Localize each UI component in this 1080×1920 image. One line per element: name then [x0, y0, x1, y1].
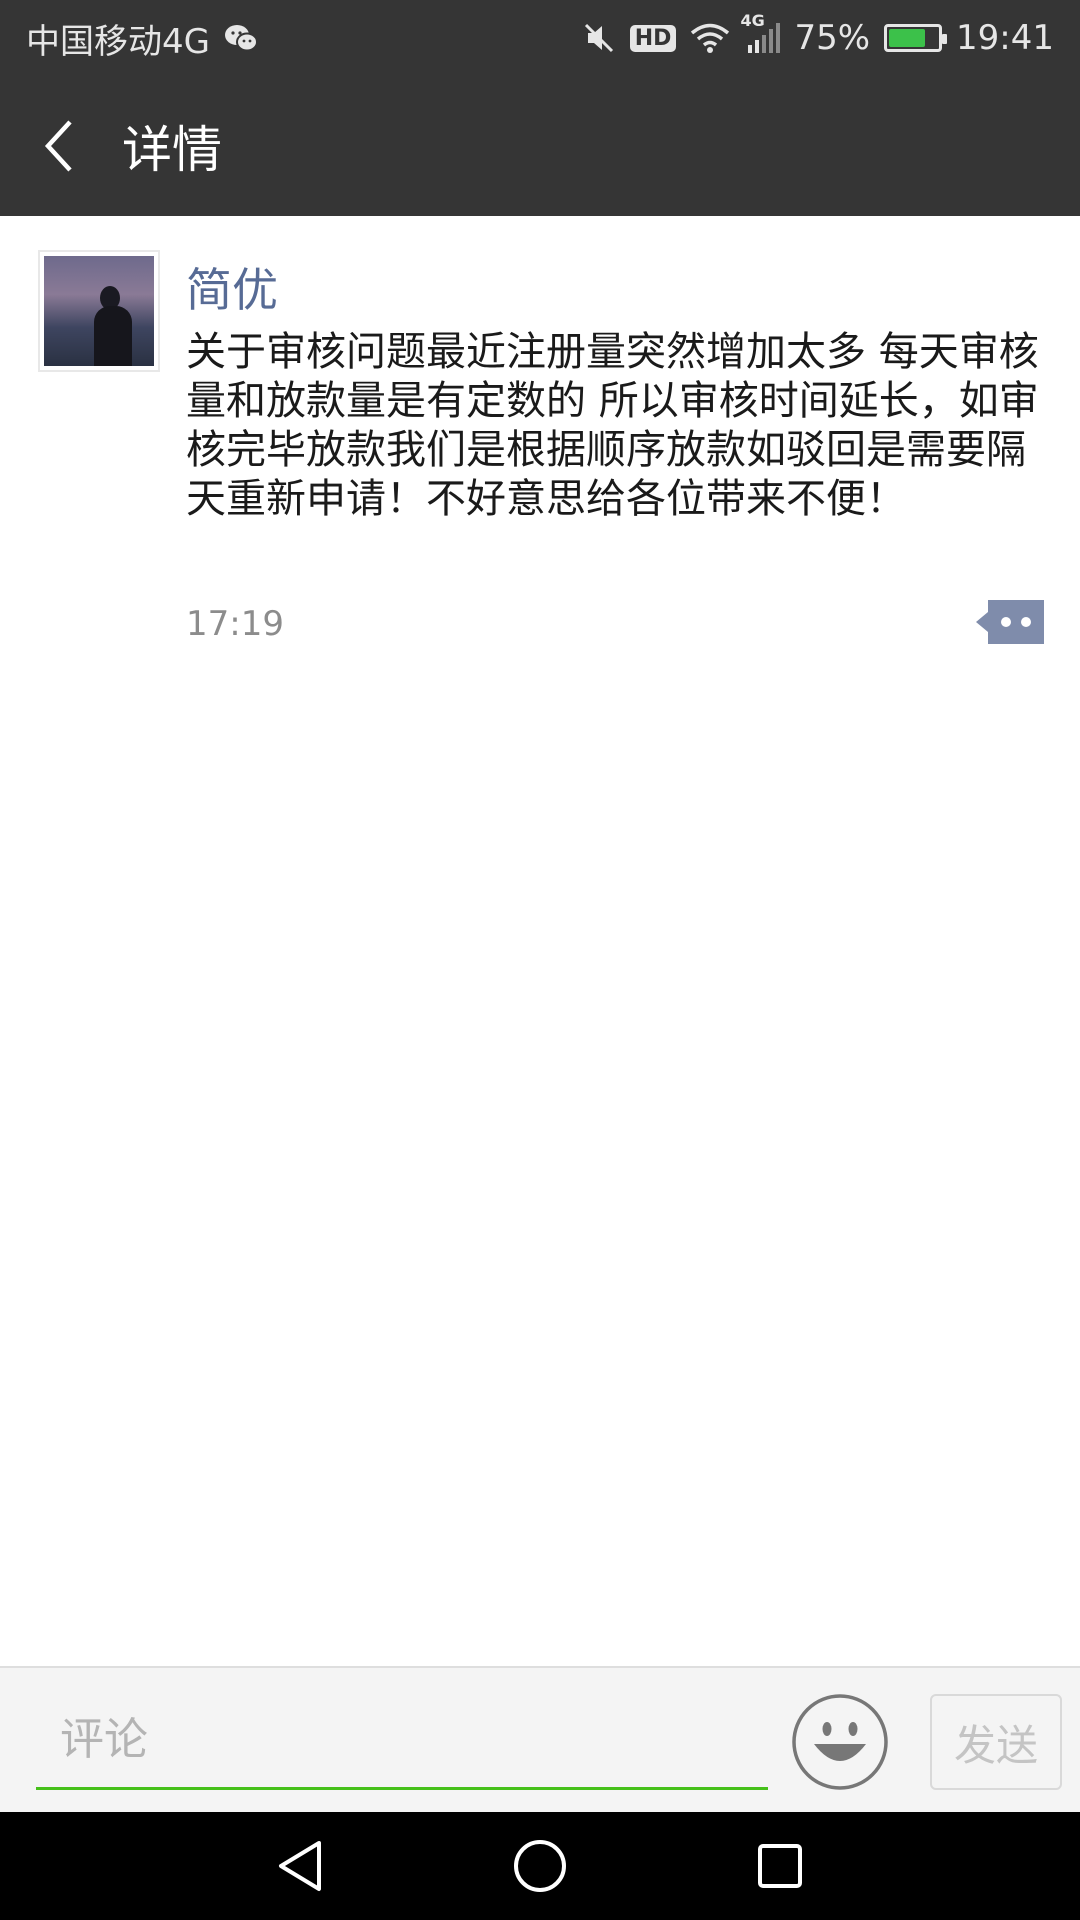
emoji-button[interactable]	[790, 1692, 890, 1792]
emoji-icon	[792, 1694, 888, 1790]
clock: 19:41	[956, 18, 1054, 58]
avatar-image	[44, 256, 154, 366]
nav-home-icon	[514, 1840, 566, 1892]
post-author[interactable]: 简优	[186, 254, 278, 320]
comment-input[interactable]	[36, 1692, 768, 1790]
wechat-icon	[224, 23, 258, 53]
avatar[interactable]	[38, 250, 160, 372]
system-nav-bar	[0, 1812, 1080, 1920]
comment-bar: 发送	[0, 1666, 1080, 1812]
nav-recents-icon	[758, 1844, 802, 1888]
carrier-label: 中国移动4G	[26, 21, 210, 62]
wifi-icon	[690, 22, 730, 54]
back-arrow-icon	[44, 120, 72, 172]
hd-badge: HD	[629, 24, 677, 52]
page-title: 详情	[122, 121, 222, 179]
comment-more-button[interactable]	[976, 598, 1044, 646]
battery-fill	[889, 29, 926, 47]
status-bar: 中国移动4G HD 4G 75% 19:41	[0, 0, 1080, 76]
signal-icon: 4G	[740, 11, 781, 53]
post-time: 17:19	[186, 604, 284, 644]
send-button[interactable]: 发送	[930, 1694, 1062, 1790]
back-button[interactable]	[0, 76, 120, 216]
title-bar: 详情	[0, 76, 1080, 216]
nav-recents-button[interactable]	[660, 1812, 900, 1920]
nav-back-icon	[279, 1841, 321, 1891]
network-type-label: 4G	[740, 11, 765, 30]
mute-icon	[582, 21, 616, 55]
nav-home-button[interactable]	[420, 1812, 660, 1920]
status-left: 中国移动4G	[26, 14, 258, 63]
status-right: HD 4G 75% 19:41	[582, 11, 1054, 58]
post-text: 关于审核问题最近注册量突然增加太多 每天审核量和放款量是有定数的 所以审核时间延…	[186, 329, 1039, 522]
battery-icon	[884, 24, 948, 52]
more-options-icon	[976, 600, 1044, 644]
nav-back-button[interactable]	[180, 1812, 420, 1920]
battery-percent: 75%	[794, 18, 871, 58]
